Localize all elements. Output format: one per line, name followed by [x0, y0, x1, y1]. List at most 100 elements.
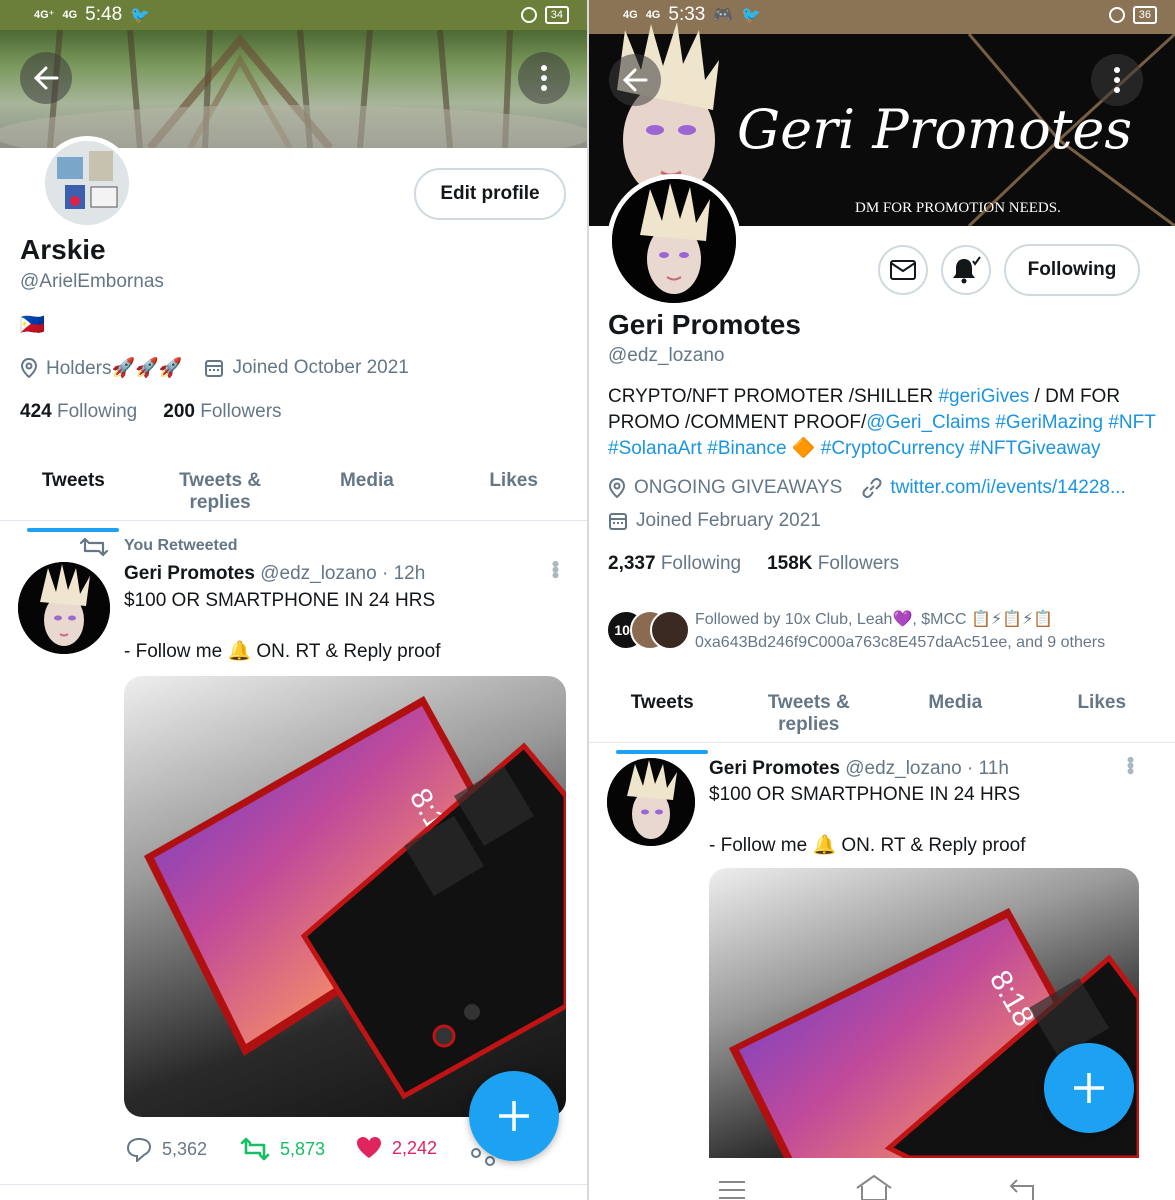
profile-avatar[interactable]: [40, 136, 134, 230]
compose-tweet-button[interactable]: [469, 1071, 559, 1161]
profile-website-link[interactable]: twitter.com/i/events/14228...: [890, 477, 1126, 499]
avatar-follower-3: [650, 610, 690, 650]
menu-icon[interactable]: [717, 1178, 747, 1200]
arrow-left-icon: [622, 68, 648, 92]
notifications-button[interactable]: [941, 245, 991, 295]
profile-meta-row: Holders🚀🚀🚀 Joined October 2021: [20, 356, 409, 380]
profile-name: Geri Promotes: [608, 309, 801, 340]
link-icon: [862, 478, 882, 498]
status-bar: 4G⁺ 4G 5:48 🐦 34: [0, 0, 587, 30]
tab-tweets[interactable]: Tweets: [0, 470, 147, 520]
follow-counts: 2,337 Following 158K Followers: [608, 553, 899, 575]
tab-media[interactable]: Media: [294, 470, 441, 520]
following-label: Following: [660, 553, 742, 574]
signal-icon: 4G: [623, 8, 638, 21]
like-button[interactable]: 2,242: [356, 1136, 437, 1160]
avatar-sketch-image: [45, 141, 129, 225]
mention-hashtag-links[interactable]: @Geri_Claims #GeriMazing #NFT: [866, 412, 1156, 433]
profile-location: Holders🚀🚀🚀: [46, 358, 183, 379]
tab-tweets-replies[interactable]: Tweets & replies: [147, 470, 294, 520]
hashtag-link[interactable]: #SolanaArt #Binance: [608, 438, 787, 459]
followers-count-link[interactable]: 200 Followers: [163, 401, 281, 423]
edit-profile-button[interactable]: Edit profile: [414, 168, 566, 220]
twitter-bird-icon: 🐦: [741, 7, 762, 24]
location-pin-icon: [20, 358, 38, 378]
back-nav-icon[interactable]: [1009, 1176, 1039, 1200]
tweet-text-line-2: - Follow me 🔔 ON. RT & Reply proof: [709, 835, 1026, 856]
signal-icon-2: 4G: [645, 8, 661, 21]
tweet-text-line-2: - Follow me 🔔 ON. RT & Reply proof: [124, 641, 441, 662]
tab-media[interactable]: Media: [882, 692, 1029, 742]
followers-label: Followers: [200, 401, 282, 422]
battery-icon: 36: [1132, 6, 1157, 24]
followers-count-link[interactable]: 158K Followers: [767, 553, 899, 575]
tweet-text-line-1: $100 OR SMARTPHONE IN 24 HRS: [124, 590, 436, 611]
profile-avatar[interactable]: [607, 174, 741, 308]
alarm-icon: [520, 7, 537, 23]
followers-count: 158K: [767, 553, 813, 574]
retweet-icon: [240, 1137, 270, 1161]
reply-count: 5,362: [162, 1138, 208, 1159]
tweet-more-icon[interactable]: •••: [542, 560, 568, 577]
tab-tweets-replies[interactable]: Tweets & replies: [736, 692, 883, 742]
arrow-left-icon: [33, 66, 59, 90]
following-count-link[interactable]: 424 Following: [20, 401, 137, 423]
retweet-label: You Retweeted: [124, 537, 238, 554]
profile-joined: Joined February 2021: [636, 510, 821, 531]
more-vertical-icon: [541, 65, 547, 91]
tab-likes[interactable]: Likes: [1029, 692, 1175, 742]
tweet-author-name[interactable]: Geri Promotes: [709, 758, 840, 779]
bio-line-1: CRYPTO/NFT PROMOTER /SHILLER #geriGives …: [608, 384, 1156, 410]
followed-by-line-2: 0xa643Bd246f9C000a763c8E457daAc51ee, and…: [695, 634, 1106, 651]
bio-text: / DM FOR: [1029, 386, 1121, 407]
following-button[interactable]: Following: [1004, 244, 1140, 296]
reply-button[interactable]: 5,362: [126, 1136, 207, 1162]
tab-likes[interactable]: Likes: [440, 470, 587, 520]
retweet-button[interactable]: 5,873: [240, 1136, 325, 1162]
status-time: 5:48: [85, 4, 123, 25]
more-options-button[interactable]: [1091, 54, 1143, 106]
author-portrait-image: [607, 758, 695, 846]
reply-icon: [126, 1137, 152, 1162]
followed-by-text: Followed by 10x Club, Leah💜, $MCC 📋⚡📋⚡📋 …: [695, 608, 1155, 654]
profile-location: ONGOING GIVEAWAYS: [634, 477, 843, 498]
profile-name: Arskie: [20, 234, 106, 265]
game-controller-icon: 🎮: [713, 7, 734, 24]
battery-icon: 34: [544, 6, 569, 24]
avatar-portrait-image: [612, 179, 736, 303]
back-button[interactable]: [20, 52, 72, 104]
tweet-author-avatar[interactable]: [18, 562, 110, 654]
profile-tabs: Tweets Tweets & replies Media Likes: [589, 692, 1175, 743]
tweet-more-icon[interactable]: •••: [1117, 756, 1143, 773]
tweet-author-name[interactable]: Geri Promotes: [124, 563, 255, 584]
tab-tweets[interactable]: Tweets: [589, 692, 736, 742]
followers-label: Followers: [817, 553, 900, 574]
followed-by-line-1: Followed by 10x Club, Leah💜, $MCC 📋⚡📋⚡📋: [695, 611, 1054, 628]
hashtag-link[interactable]: #CryptoCurrency #NFTGiveaway: [815, 438, 1101, 459]
more-vertical-icon: [1114, 67, 1120, 93]
signal-icon-2: 4G: [62, 8, 78, 21]
profile-bio: CRYPTO/NFT PROMOTER /SHILLER #geriGives …: [608, 384, 1156, 462]
tweet-time: · 12h: [381, 563, 426, 584]
following-count-link[interactable]: 2,337 Following: [608, 553, 741, 575]
home-icon[interactable]: [854, 1174, 894, 1200]
following-label: Following: [56, 401, 138, 422]
profile-tabs: Tweets Tweets & replies Media Likes: [0, 470, 587, 521]
hashtag-link[interactable]: #geriGives: [938, 386, 1029, 407]
back-button[interactable]: [609, 54, 661, 106]
status-time: 5:33: [668, 4, 706, 25]
message-button[interactable]: [878, 245, 928, 295]
follow-counts: 424 Following 200 Followers: [20, 401, 282, 423]
tweet-author-avatar[interactable]: [607, 758, 695, 846]
banner-script-title: Geri Promotes: [737, 98, 1132, 161]
tweet-media-image[interactable]: 8:18: [124, 676, 566, 1117]
follower-avatars: 10x: [606, 610, 690, 654]
tweet-header: Geri Promotes @edz_lozano · 12h: [124, 563, 425, 585]
following-count: 2,337: [608, 553, 656, 574]
heart-filled-icon: [357, 1137, 381, 1158]
tweet-author-handle: @edz_lozano: [260, 563, 377, 584]
tweet-header: Geri Promotes @edz_lozano · 11h: [709, 758, 1009, 780]
compose-tweet-button[interactable]: [1044, 1043, 1134, 1133]
more-options-button[interactable]: [518, 52, 570, 104]
profile-handle: @edz_lozano: [608, 345, 725, 366]
